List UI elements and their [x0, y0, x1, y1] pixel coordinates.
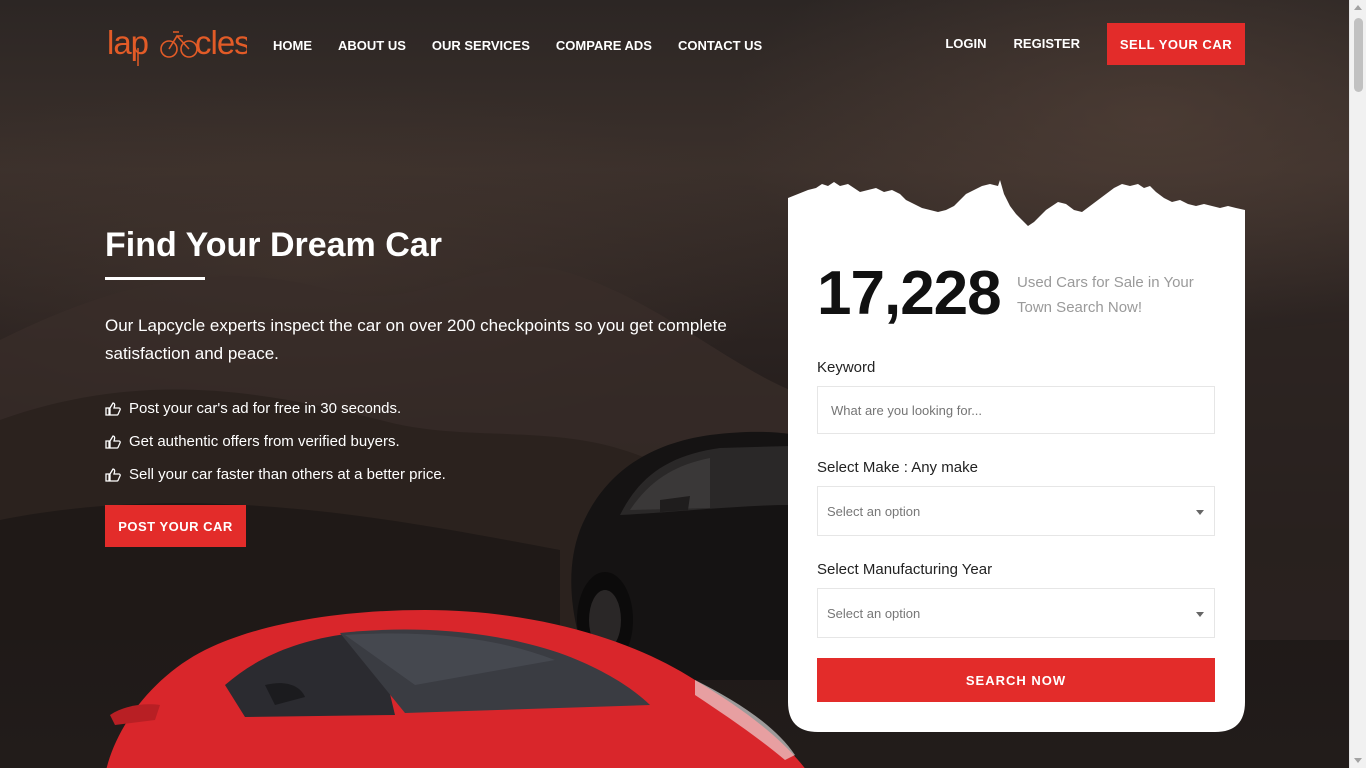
sell-your-car-button[interactable]: SELL YOUR CAR	[1107, 23, 1245, 65]
thumbs-up-icon	[105, 401, 121, 416]
car-count: 17,228	[817, 259, 1002, 328]
feature-text: Post your car's ad for free in 30 second…	[129, 400, 402, 417]
chevron-down-icon	[1196, 612, 1204, 617]
search-now-button[interactable]: SEARCH NOW	[817, 658, 1215, 702]
feature-text: Sell your car faster than others at a be…	[129, 466, 446, 483]
nav-compare-ads[interactable]: COMPARE ADS	[556, 38, 652, 53]
thumbs-up-icon	[105, 434, 121, 449]
nav-about-us[interactable]: ABOUT US	[338, 38, 406, 53]
year-select-value: Select an option	[827, 605, 921, 621]
hero-title: Find Your Dream Car	[105, 226, 442, 264]
car-count-label: Used Cars for Sale in Your Town Search N…	[1017, 274, 1194, 316]
hero-description: Our Lapcycle experts inspect the car on …	[105, 316, 727, 363]
site-logo[interactable]: lap cles	[107, 18, 251, 70]
nav-home[interactable]: HOME	[273, 38, 312, 53]
year-label: Select Manufacturing Year	[817, 561, 993, 578]
make-label: Select Make : Any make	[817, 459, 978, 476]
header-actions: LOGIN REGISTER SELL YOUR CAR	[945, 23, 1245, 65]
feature-item: Sell your car faster than others at a be…	[105, 458, 446, 491]
register-link[interactable]: REGISTER	[1014, 36, 1080, 51]
page-scrollbar[interactable]	[1349, 0, 1366, 768]
thumbs-up-icon	[105, 467, 121, 482]
chevron-down-icon	[1196, 510, 1204, 515]
nav-our-services[interactable]: OUR SERVICES	[432, 38, 530, 53]
make-select[interactable]: Select an option	[817, 486, 1215, 536]
feature-item: Get authentic offers from verified buyer…	[105, 425, 446, 458]
make-select-value: Select an option	[827, 503, 921, 519]
svg-text:cles: cles	[195, 24, 247, 61]
post-your-car-button[interactable]: POST YOUR CAR	[105, 505, 246, 547]
red-car-image	[106, 610, 805, 768]
feature-list: Post your car's ad for free in 30 second…	[105, 392, 446, 491]
search-card: 17,228 Used Cars for Sale in Your Town S…	[788, 180, 1245, 732]
scroll-up-arrow-icon[interactable]	[1354, 5, 1362, 10]
nav-contact-us[interactable]: CONTACT US	[678, 38, 762, 53]
year-select[interactable]: Select an option	[817, 588, 1215, 638]
main-nav: HOME ABOUT US OUR SERVICES COMPARE ADS C…	[273, 38, 788, 53]
svg-text:lap: lap	[107, 24, 148, 61]
scroll-down-arrow-icon[interactable]	[1354, 758, 1362, 763]
hero-title-underline	[105, 277, 205, 280]
feature-item: Post your car's ad for free in 30 second…	[105, 392, 446, 425]
scrollbar-thumb[interactable]	[1354, 18, 1363, 92]
feature-text: Get authentic offers from verified buyer…	[129, 433, 400, 450]
login-link[interactable]: LOGIN	[945, 36, 986, 51]
keyword-label: Keyword	[817, 359, 876, 376]
keyword-input[interactable]	[817, 386, 1215, 434]
lapcycles-logo: lap cles	[107, 24, 251, 66]
